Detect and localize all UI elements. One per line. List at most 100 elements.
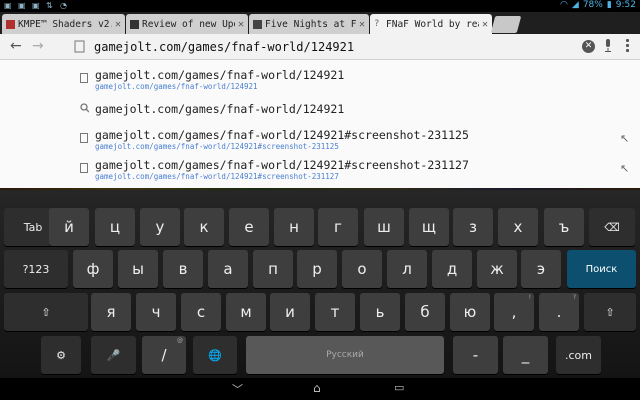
key-н[interactable]: н [274,208,314,246]
key-label: ⌫ [604,220,620,234]
url-input[interactable] [94,37,564,57]
clear-icon[interactable]: ✕ [582,40,595,53]
key-п[interactable]: п [253,250,293,288]
mic-icon[interactable] [604,39,612,53]
key-label: ы [132,260,144,278]
refine-arrow-icon[interactable]: ↖ [620,162,629,175]
suggestion-item[interactable]: gamejolt.com/games/fnaf-world/124921#scr… [0,156,640,184]
suggestion-item[interactable]: gamejolt.com/games/fnaf-world/124921#scr… [0,126,640,154]
clock: 9:52 [615,0,636,10]
key-г[interactable]: г [318,208,358,246]
key-.[interactable]: .? [539,293,579,331]
key-э[interactable]: э [521,250,561,288]
key-ь[interactable]: ь [360,293,400,331]
symbols-key[interactable]: ?123 [4,250,68,288]
suggestion-text: gamejolt.com/games/fnaf-world/124921 [95,68,345,82]
tab-five-nights[interactable]: Five Nights at Fredd ✕ [249,14,369,34]
key-label: а [223,260,233,278]
key-label: й [64,218,74,236]
tab-close-icon[interactable]: ✕ [482,19,488,30]
key-т[interactable]: т [315,293,355,331]
key-hint: ! [528,294,531,301]
home-icon[interactable]: ⌂ [313,381,321,395]
tab-strip: KMPE™ Shaders v2.5 ✕ Review of new Upda … [0,12,640,34]
shift-key[interactable]: ⇧ [4,293,88,331]
search-key[interactable]: Поиск [567,250,636,288]
key-ш[interactable]: ш [364,208,404,246]
key-label: .com [565,348,592,362]
key-label: л [402,260,412,278]
forward-icon[interactable]: → [32,38,44,54]
spacebar[interactable]: Русский [246,336,444,374]
key-й[interactable]: й [49,208,89,246]
key-ы[interactable]: ы [118,250,158,288]
tab-close-icon[interactable]: ✕ [115,19,121,30]
suggestion-item[interactable]: gamejolt.com/games/fnaf-world/124921 [0,96,640,124]
key-label: к [199,218,209,236]
key-label: д [446,260,458,278]
suggestion-url: gamejolt.com/games/fnaf-world/124921#scr… [95,172,339,181]
key-а[interactable]: а [208,250,248,288]
key-м[interactable]: м [226,293,266,331]
dotcom-key[interactable]: .com [556,336,601,374]
new-tab-button[interactable] [490,16,522,33]
favicon-icon [130,19,139,29]
key-ф[interactable]: ф [73,250,113,288]
key-х[interactable]: х [498,208,538,246]
key-hint: @ [177,337,183,344]
key-,[interactable]: ,! [494,293,534,331]
key-ч[interactable]: ч [136,293,176,331]
tab-close-icon[interactable]: ✕ [359,19,365,30]
settings-key[interactable]: ⚙ [41,336,81,374]
overflow-menu-icon[interactable] [626,39,630,54]
key-щ[interactable]: щ [409,208,449,246]
backspace-key[interactable]: ⌫ [589,208,635,246]
key-label: м [240,303,252,321]
key-д[interactable]: д [432,250,472,288]
key-label: щ [421,218,437,236]
key-б[interactable]: б [405,293,445,331]
key-в[interactable]: в [163,250,203,288]
hyphen-key[interactable]: - [453,336,498,374]
key-у[interactable]: у [140,208,180,246]
tab-kmpe-shaders[interactable]: KMPE™ Shaders v2.5 ✕ [2,14,125,34]
tab-fnaf-world[interactable]: ? FNaF World by realsc ✕ [370,14,492,34]
key-р[interactable]: р [297,250,337,288]
underscore-key[interactable]: _ [503,336,548,374]
key-ц[interactable]: ц [95,208,135,246]
key-label: у [155,218,165,236]
slash-key[interactable]: / @ [142,336,186,374]
key-з[interactable]: з [453,208,493,246]
key-ю[interactable]: ю [450,293,490,331]
key-label: в [178,260,188,278]
suggestion-url: gamejolt.com/games/fnaf-world/124921#scr… [95,142,339,151]
favicon-icon: ? [374,18,380,29]
key-и[interactable]: и [270,293,310,331]
hide-keyboard-icon[interactable]: ﹀ [232,381,243,397]
recents-icon[interactable]: ▭ [394,381,404,394]
system-status: ◠ ◢ 78% ▮ 9:52 [560,0,636,10]
tab-close-icon[interactable]: ✕ [238,19,244,30]
omnibox[interactable]: ✕ [70,37,600,57]
key-о[interactable]: о [342,250,382,288]
mic-key[interactable]: 🎤 [91,336,136,374]
key-label: б [420,303,430,321]
key-я[interactable]: я [91,293,131,331]
shift-key[interactable]: ⇧ [584,293,636,331]
key-к[interactable]: к [184,208,224,246]
refine-arrow-icon[interactable]: ↖ [620,132,629,145]
tab-review[interactable]: Review of new Upda ✕ [126,14,248,34]
key-label: с [196,303,206,321]
key-с[interactable]: с [181,293,221,331]
notification-icons: ▣ ▣ ▣ ⇅ ◔ [4,1,68,10]
back-icon[interactable]: ← [10,38,22,54]
language-key[interactable]: 🌐 [193,336,237,374]
key-ж[interactable]: ж [477,250,517,288]
key-ъ[interactable]: ъ [544,208,584,246]
suggestion-text: gamejolt.com/games/fnaf-world/124921#scr… [95,158,469,172]
suggestion-item[interactable]: gamejolt.com/games/fnaf-world/124921 gam… [0,66,640,94]
key-л[interactable]: л [387,250,427,288]
key-label: ш [377,218,391,236]
key-е[interactable]: е [229,208,269,246]
signal-icon: ◢ [571,0,579,10]
